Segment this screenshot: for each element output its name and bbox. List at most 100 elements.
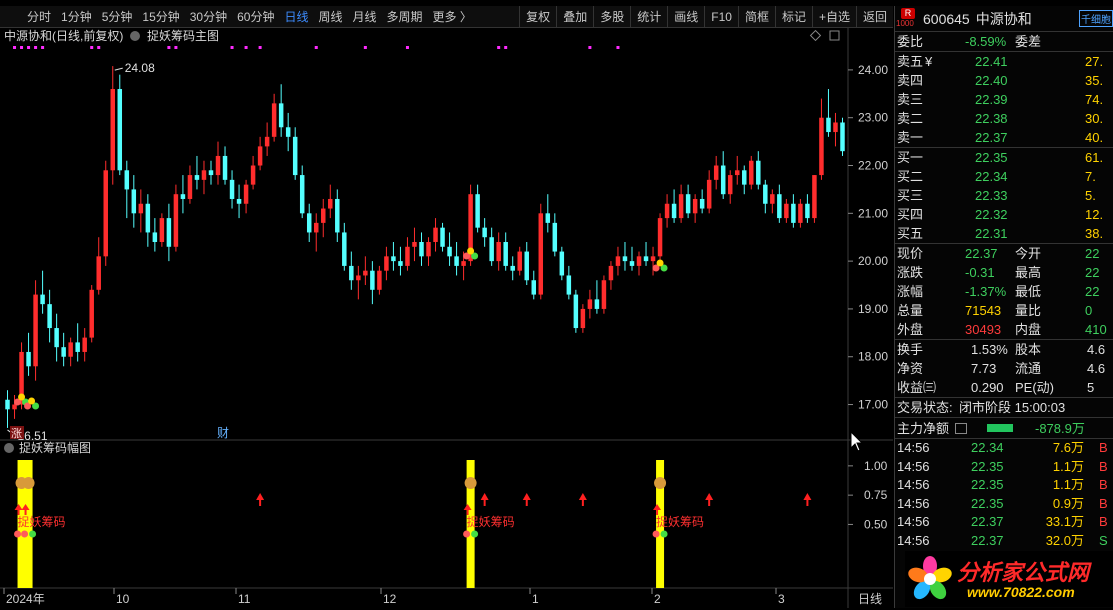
buy-label: 买四 — [897, 207, 924, 222]
candle-body — [306, 213, 312, 233]
buy-row: 买四 22.32 12. — [895, 205, 1113, 224]
candle-body — [82, 337, 87, 352]
toolbar-button[interactable]: 统计 — [630, 6, 667, 28]
candle-body — [840, 122, 845, 152]
period-tab[interactable]: 分时 — [22, 8, 56, 25]
stat-row: 涨幅 -1.37% 最低 22 — [895, 282, 1113, 301]
candle-body — [749, 160, 754, 185]
x-axis-label: 11 — [238, 592, 251, 606]
period-tab[interactable]: 5分钟 — [97, 8, 138, 25]
sub-y-tick-label: 0.75 — [864, 488, 888, 502]
main-flow-value: -878.9万 — [1035, 421, 1085, 436]
candle-body — [412, 242, 417, 247]
stat-row: 净资 7.73 流通 4.6 — [895, 359, 1113, 378]
period-tab[interactable]: 周线 — [313, 8, 347, 25]
high-price-label: 24.08 — [125, 61, 155, 75]
badge-sub: 1000 — [896, 18, 914, 28]
sell-price: 22.39 — [975, 92, 1008, 107]
sell-volume: 27. — [1085, 54, 1104, 69]
candle-body — [75, 342, 80, 352]
period-tab[interactable]: 多周期 — [382, 8, 428, 25]
stat-row: 现价 22.37 今开 22 — [895, 244, 1113, 263]
signal-dot — [27, 46, 31, 49]
kline-chart[interactable]: 中源协和(日线,前复权) 捉妖筹码主图24.0023.0022.0021.0020… — [0, 28, 893, 608]
stat-value: 22.37 — [965, 246, 998, 261]
candle-body — [110, 89, 116, 171]
signal-balls-icon — [656, 259, 664, 267]
dropdown-icon[interactable] — [130, 31, 140, 41]
toolbar-button[interactable]: 标记 — [774, 6, 812, 28]
stock-name: 中源协和 — [975, 10, 1032, 27]
candle-body — [594, 299, 600, 309]
signal-dot — [34, 46, 38, 49]
toolbar-button[interactable]: 多股 — [593, 6, 630, 28]
period-tab[interactable]: 15分钟 — [137, 8, 184, 25]
trade-time: 14:56 — [897, 532, 930, 548]
candle-body — [503, 242, 508, 266]
candle-body — [826, 117, 831, 133]
candle-body — [236, 198, 242, 204]
x-axis-label: 3 — [778, 592, 785, 606]
toolbar-button[interactable]: F10 — [704, 6, 738, 28]
toolbar-button[interactable]: 返回 — [855, 6, 893, 28]
period-tab[interactable]: 更多 〉 — [428, 8, 477, 25]
candle-body — [124, 170, 130, 190]
candle-body — [763, 184, 768, 204]
trade-row: 14:56 22.37 32.0万 S — [895, 532, 1113, 550]
stat-value-2: 22 — [1085, 265, 1100, 280]
candle-body — [566, 275, 572, 295]
period-tab[interactable]: 60分钟 — [232, 8, 279, 25]
money-bag-icon — [464, 477, 477, 489]
concept-tag[interactable]: 千细胞 — [1079, 10, 1113, 27]
buy-volume: 5. — [1085, 188, 1096, 203]
buy-volume: 61. — [1085, 150, 1104, 165]
stat-label-2: 股本 — [1015, 342, 1042, 357]
trade-side: B — [1099, 440, 1108, 455]
signal-balls-icon — [28, 397, 36, 405]
up-arrow-head — [522, 493, 531, 500]
candle-body — [26, 351, 31, 367]
period-tab[interactable]: 月线 — [348, 8, 382, 25]
candle-body — [706, 179, 712, 209]
period-tab[interactable]: 日线 — [279, 8, 313, 25]
candle-body — [103, 170, 108, 257]
stat-label: 涨跌 — [897, 265, 924, 280]
stat-value-2: 0 — [1085, 303, 1093, 318]
stat-value: 0.290 — [971, 380, 1004, 395]
indicator-name[interactable]: 捉妖筹码主图 — [147, 28, 219, 43]
sell-price: 22.38 — [975, 111, 1008, 126]
subchart-dropdown-icon[interactable] — [4, 443, 14, 453]
list-icon[interactable] — [955, 423, 967, 434]
candle-body — [33, 294, 38, 367]
candle-body — [271, 103, 277, 137]
candle-body — [152, 232, 158, 242]
flower-icon — [908, 556, 952, 600]
candle-body — [461, 261, 466, 266]
diamond-icon[interactable] — [809, 29, 822, 42]
buy-price: 22.33 — [975, 188, 1008, 203]
candle-body — [159, 218, 165, 242]
toolbar-button[interactable]: 画线 — [667, 6, 704, 28]
toolbar-button[interactable]: 简框 — [737, 6, 775, 28]
stat-row: 外盘 30493 内盘 410 — [895, 320, 1113, 339]
candle-body — [377, 270, 382, 290]
buy-price: 22.35 — [975, 150, 1008, 165]
candle-body — [531, 280, 537, 295]
candle-body — [734, 170, 740, 176]
signal-balls-icon — [29, 530, 37, 538]
trade-price: 22.34 — [971, 440, 1004, 455]
window-icon[interactable] — [829, 30, 840, 41]
candle-body — [756, 160, 761, 185]
stat-label: 收益㈢ — [897, 380, 937, 395]
sell-row: 卖五 ¥22.41 27. — [895, 52, 1113, 71]
sell-price: 22.37 — [975, 130, 1008, 145]
toolbar-button[interactable]: +自选 — [811, 6, 856, 28]
candle-body — [636, 256, 642, 266]
toolbar-button[interactable]: 叠加 — [556, 6, 593, 28]
toolbar-button[interactable]: 复权 — [519, 6, 556, 28]
candle-body — [419, 242, 424, 257]
y-tick-label: 24.00 — [858, 63, 888, 77]
period-tab[interactable]: 30分钟 — [185, 8, 232, 25]
period-tab[interactable]: 1分钟 — [56, 8, 97, 25]
trade-row: 14:56 22.34 7.6万 B — [895, 439, 1113, 457]
